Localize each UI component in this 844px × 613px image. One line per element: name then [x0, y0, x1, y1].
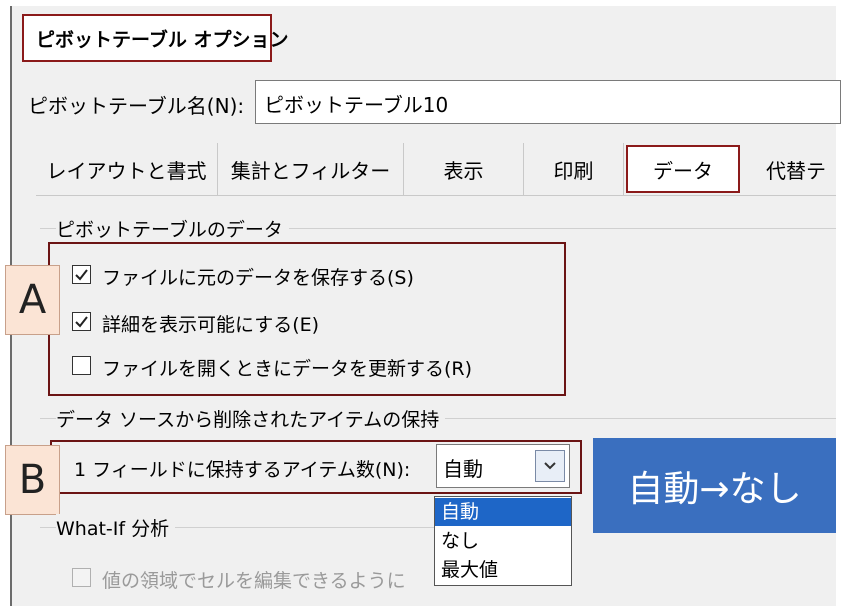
checkmark-icon	[75, 316, 88, 328]
edit-values-checkbox[interactable]	[72, 568, 91, 587]
tab-label: 表示	[443, 158, 484, 183]
items-per-field-select[interactable]: 自動	[436, 444, 570, 488]
option-auto[interactable]: 自動	[435, 498, 571, 526]
pivot-data-group-label: ピボットテーブルのデータ	[56, 215, 289, 242]
tab-label: 印刷	[553, 158, 594, 183]
tab-print[interactable]: 印刷	[524, 143, 624, 195]
tab-bar: レイアウトと書式 集計とフィルター 表示 印刷 データ 代替テ	[36, 143, 836, 196]
tab-label: 集計とフィルター	[230, 158, 391, 183]
items-per-field-options: 自動 なし 最大値	[434, 496, 572, 586]
pivot-name-label: ピボットテーブル名(N):	[28, 94, 245, 118]
refresh-on-open-checkbox[interactable]	[72, 356, 91, 375]
retain-group-label: データ ソースから削除されたアイテムの保持	[56, 405, 446, 432]
tab-label: データ	[653, 158, 713, 183]
pivot-name-input[interactable]: ピボットテーブル10	[255, 80, 841, 124]
callout-a: A	[5, 265, 60, 335]
tab-data[interactable]: データ	[626, 145, 740, 193]
items-per-field-label: 1 フィールドに保持するアイテム数(N):	[74, 459, 411, 481]
save-source-data-label: ファイルに元のデータを保存する(S)	[102, 267, 414, 289]
option-none[interactable]: なし	[435, 527, 571, 555]
tab-label: レイアウトと書式	[46, 158, 207, 183]
callout-b-text: B	[18, 457, 47, 503]
edit-values-label: 値の領域でセルを編集できるように	[102, 570, 406, 592]
save-source-data-checkbox[interactable]	[72, 265, 91, 284]
dialog-title: ピボットテーブル オプション	[36, 29, 289, 51]
tab-alt-text[interactable]: 代替テ	[766, 143, 836, 195]
option-max[interactable]: 最大値	[435, 556, 571, 584]
dialog-title-box: ピボットテーブル オプション	[22, 14, 288, 62]
tab-layout-format[interactable]: レイアウトと書式	[36, 143, 218, 195]
annotation-banner: 自動→なし	[593, 438, 836, 533]
enable-show-details-label: 詳細を表示可能にする(E)	[102, 314, 320, 336]
whatif-group-label: What-If 分析	[56, 514, 176, 541]
refresh-on-open-label: ファイルを開くときにデータを更新する(R)	[102, 358, 473, 380]
checkmark-icon	[75, 269, 88, 281]
callout-a-text: A	[18, 277, 47, 323]
tab-summary-filter[interactable]: 集計とフィルター	[218, 143, 404, 195]
banner-text: 自動→なし	[627, 468, 802, 510]
enable-show-details-checkbox[interactable]	[72, 312, 91, 331]
callout-b: B	[5, 445, 60, 515]
pivot-name-value: ピボットテーブル10	[264, 93, 449, 117]
items-per-field-value: 自動	[443, 457, 483, 481]
dropdown-button[interactable]	[535, 450, 565, 482]
tab-label: 代替テ	[766, 158, 826, 183]
tab-display[interactable]: 表示	[404, 143, 524, 195]
chevron-down-icon	[544, 462, 556, 470]
